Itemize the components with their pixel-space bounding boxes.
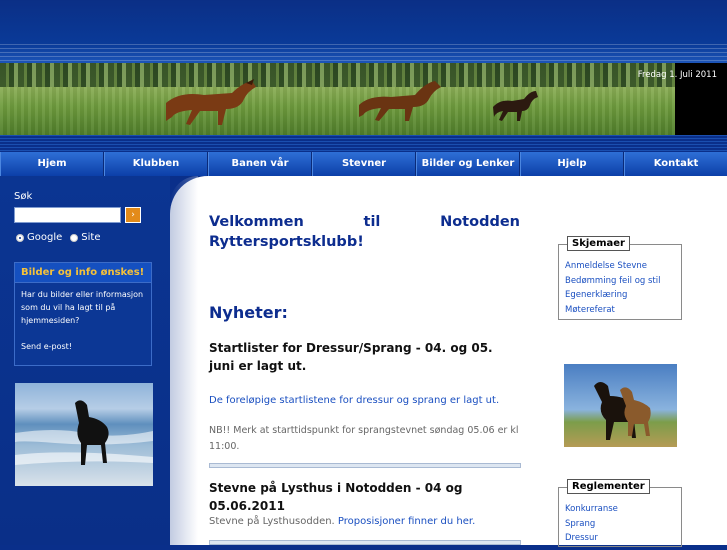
nav-item-klubben[interactable]: Klubben [104, 152, 208, 176]
search-scope-options: Google Site [16, 232, 100, 243]
header-stripes [0, 44, 727, 63]
reglementer-link-konkurranse[interactable]: Konkurranse [565, 502, 675, 517]
horse-3-icon [493, 91, 538, 121]
info-box-text: Har du bilder eller informasjon som du v… [21, 290, 144, 325]
skjemaer-box: Skjemaer Anmeldelse Stevne Bedømming fei… [558, 236, 682, 321]
info-box-body: Har du bilder eller informasjon som du v… [15, 283, 151, 358]
skjemaer-link-egenerklaering[interactable]: Egenerklæring [565, 288, 675, 303]
skjemaer-links: Anmeldelse Stevne Bedømming feil og stil… [559, 245, 681, 321]
search-button[interactable]: › [125, 207, 141, 223]
nav-item-hjem[interactable]: Hjem [0, 152, 104, 176]
news-link-1[interactable]: De foreløpige startlistene for dressur o… [209, 395, 499, 406]
beach-horse-icon [15, 400, 153, 465]
horse-2-icon [359, 81, 441, 121]
radio-google[interactable] [16, 233, 24, 242]
skjemaer-link-motereferat[interactable]: Møtereferat [565, 303, 675, 318]
skjemaer-link-bedomming[interactable]: Bedømming feil og stil [565, 274, 675, 289]
header-banner [0, 63, 675, 135]
horses-photo-icon [594, 382, 651, 440]
welcome-word-2: til [363, 214, 381, 230]
news-divider-1 [209, 463, 521, 468]
info-box: Bilder og info ønskes! Har du bilder ell… [14, 262, 152, 366]
news-title-2: Stevne på Lysthus i Notodden - 04 og 05.… [209, 481, 463, 513]
radio-google-label: Google [27, 232, 63, 243]
reglementer-links: Konkurranse Sprang Dressur [559, 488, 681, 550]
main-nav: Hjem Klubben Banen vår Stevner Bilder og… [0, 152, 727, 176]
reglementer-link-sprang[interactable]: Sprang [565, 517, 675, 532]
reglementer-link-dressur[interactable]: Dressur [565, 531, 675, 546]
news-title-1: Startlister for Dressur/Sprang - 04. og … [209, 341, 493, 373]
welcome-heading: Velkommen til Notodden Ryttersportsklubb… [209, 212, 520, 252]
banner-grass [0, 87, 675, 135]
nav-item-banen-var[interactable]: Banen vår [208, 152, 312, 176]
nav-item-bilder-og-lenker[interactable]: Bilder og Lenker [416, 152, 520, 176]
news-heading: Nyheter: [209, 303, 288, 322]
header-date: Fredag 1. Juli 2011 [637, 70, 717, 80]
welcome-word-3: Notodden [440, 214, 520, 230]
search-label: Søk [14, 191, 33, 202]
beach-horse-photo [15, 383, 153, 486]
horse-1-icon [166, 79, 256, 125]
top-band [0, 0, 727, 63]
send-email-link[interactable]: Send e-post! [21, 340, 145, 353]
horses-photo [564, 364, 677, 447]
search-input[interactable] [14, 207, 121, 223]
reglementer-box: Reglementer Konkurranse Sprang Dressur [558, 479, 682, 550]
nav-item-stevner[interactable]: Stevner [312, 152, 416, 176]
nav-item-kontakt[interactable]: Kontakt [624, 152, 727, 176]
banner-treeline [0, 63, 675, 87]
news-divider-2 [209, 540, 521, 545]
news-text-2-plain: Stevne på Lysthusodden. [209, 516, 338, 527]
news-link-2[interactable]: Proposisjoner finner du her. [338, 516, 475, 527]
skjemaer-title: Skjemaer [567, 236, 630, 251]
skjemaer-link-anmeldelse[interactable]: Anmeldelse Stevne [565, 259, 675, 274]
stripe-band [0, 135, 727, 152]
news-note-1: NB!! Merk at starttidspunkt for sprangst… [209, 425, 519, 452]
nav-item-hjelp[interactable]: Hjelp [520, 152, 624, 176]
radio-site-label: Site [81, 232, 101, 243]
radio-site[interactable] [70, 233, 79, 242]
welcome-word-1: Velkommen [209, 214, 304, 230]
news-text-2: Stevne på Lysthusodden. Proposisjoner fi… [209, 516, 475, 527]
reglementer-title: Reglementer [567, 479, 650, 494]
welcome-line-2: Ryttersportsklubb! [209, 234, 364, 250]
info-box-title: Bilder og info ønskes! [15, 263, 151, 283]
